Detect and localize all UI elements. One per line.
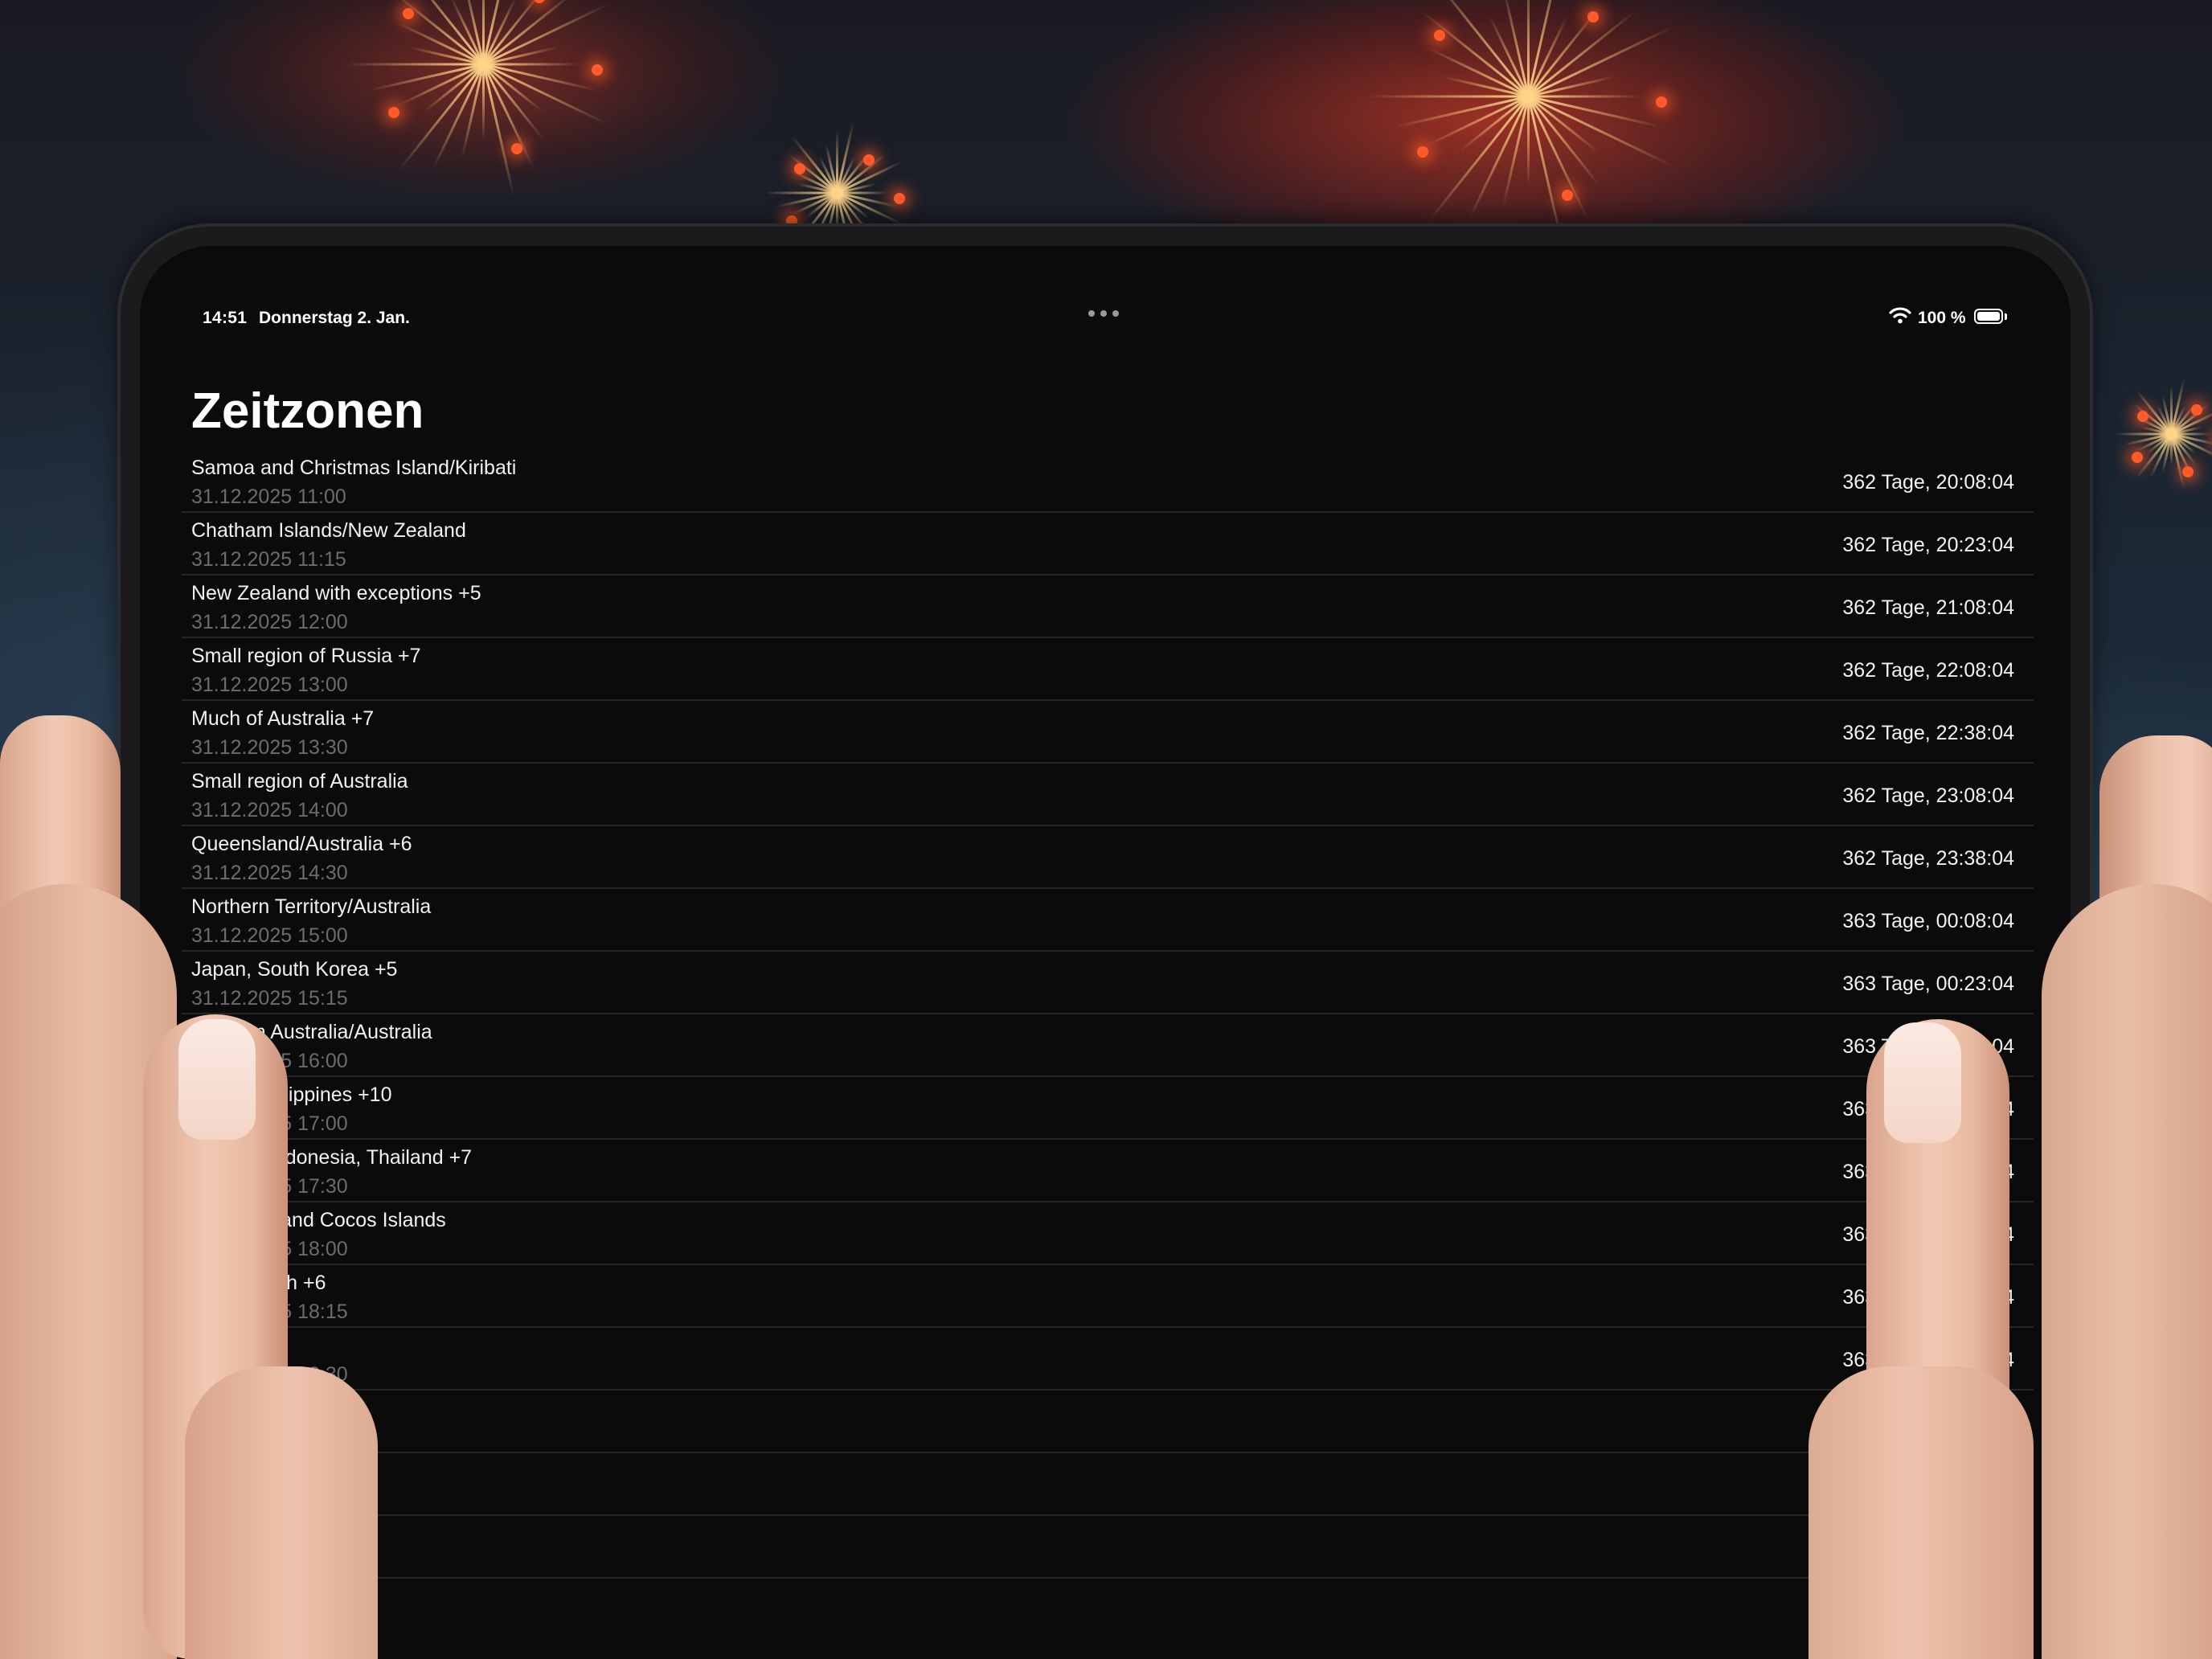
timezone-date: 31.12.2025 14:30 [191, 862, 348, 884]
timezone-date: 31.12.2025 15:00 [191, 924, 348, 947]
timezone-date: 31.12.2025 11:15 [191, 548, 346, 571]
timezone-countdown: 362 Tage, 22:08:04 [1842, 659, 2014, 682]
timezone-row[interactable]: Much of Australia +7 31.12.2025 13:30 362 … [182, 701, 2034, 764]
timezone-name: Japan, South Korea +5 [191, 958, 398, 981]
timezone-row[interactable]: Samoa and Christmas Island/Kiribati 31.12… [182, 450, 2034, 513]
timezone-row[interactable]: Bangladesh +631.12.2025 18:15363 Tage, 0… [182, 1265, 2034, 1328]
more-dots-icon[interactable] [1088, 310, 1119, 317]
timezone-row[interactable]: Western Australia/Australia31.12.2025 16… [182, 1014, 2034, 1077]
status-time: 14:51 [203, 309, 248, 327]
timezone-row[interactable]: New Zealand with exceptions +5 31.12.2025… [182, 576, 2034, 638]
timezone-name: Much of Australia +7 [191, 707, 375, 730]
timezone-name: Northern Territory/Australia [191, 895, 432, 918]
timezone-row[interactable]: Small region of Russia +7 31.12.2025 13:0… [182, 638, 2034, 701]
timezone-countdown: 362 Tage, 23:38:04 [1842, 847, 2014, 870]
timezone-countdown: 363 Tage, 00:08:04 [1842, 910, 2014, 932]
timezone-date: 31.12.2025 13:00 [191, 674, 348, 696]
battery-percent: 100 % [1918, 309, 1966, 327]
timezone-countdown: 362 Tage, 21:08:04 [1842, 596, 2014, 619]
timezone-row[interactable]: 31.12.2025 19:30363 Tage, 04:38:04 [182, 1453, 2034, 1516]
timezone-row[interactable]: Small region of Australia 31.12.2025 14:0… [182, 764, 2034, 826]
status-bar: 14:51 Donnerstag 2. Jan. 100 % [140, 246, 2071, 334]
timezone-row[interactable]: Much of Indonesia, Thailand +731.12.2025… [182, 1140, 2034, 1202]
timezone-row[interactable]: Northern Territory/Australia 31.12.2025 1… [182, 889, 2034, 952]
timezone-date: 31.12.2025 14:00 [191, 799, 348, 821]
page-title: Zeitzonen [191, 383, 424, 439]
timezone-row[interactable]: Myanmar and Cocos Islands31.12.2025 18:0… [182, 1202, 2034, 1265]
timezone-name: Queensland/Australia +6 [191, 833, 412, 855]
timezone-row[interactable]: Queensland/Australia +6 31.12.2025 14:30 3… [182, 826, 2034, 889]
timezone-name: Samoa and Christmas Island/Kiribati [191, 457, 517, 479]
timezone-countdown: 363 Tage, 00:23:04 [1842, 973, 2014, 995]
timezone-countdown: 362 Tage, 23:08:04 [1842, 784, 2014, 807]
timezone-date: 31.12.2025 12:00 [191, 611, 348, 633]
timezone-row[interactable]: China, Philippines +1031.12.2025 17:0036… [182, 1077, 2034, 1140]
tablet-device: 14:51 Donnerstag 2. Jan. 100 % Zeitzonen… [121, 227, 2090, 1659]
timezone-name: Small region of Australia [191, 770, 408, 793]
battery-full-icon [1974, 309, 2003, 324]
timezone-row[interactable]: Japan, South Korea +5 31.12.2025 15:15 363… [182, 952, 2034, 1014]
app-screen: 14:51 Donnerstag 2. Jan. 100 % Zeitzonen… [140, 246, 2071, 1659]
timezone-date: 31.12.2025 11:00 [191, 485, 346, 508]
timezone-countdown: 362 Tage, 20:23:04 [1842, 534, 2014, 556]
timezone-name: New Zealand with exceptions +5 [191, 582, 481, 604]
timezone-countdown: 362 Tage, 20:08:04 [1842, 471, 2014, 494]
wifi-icon [1889, 307, 1911, 324]
timezone-name: Small region of Russia +7 [191, 645, 421, 667]
timezone-name: Chatham Islands/New Zealand [191, 519, 466, 542]
timezone-date: 31.12.2025 13:30 [191, 736, 348, 759]
timezone-row[interactable]: Chatham Islands/New Zealand 31.12.2025 11… [182, 513, 2034, 576]
timezone-date: 31.12.2025 15:15 [191, 987, 348, 1010]
timezone-row[interactable]: 31.12.2025 18:30363 Tage, 03:38:04 [182, 1328, 2034, 1391]
timezone-row[interactable]: India and Sri Lanka31.12.2025 19:00363 T… [182, 1391, 2034, 1453]
timezone-list: Samoa and Christmas Island/Kiribati 31.12… [182, 450, 2034, 1579]
timezone-row[interactable]: 31.12.2025 20:00363 Tage, 05:08:04 [182, 1516, 2034, 1579]
status-date: Donnerstag 2. Jan. [259, 309, 410, 327]
timezone-countdown: 362 Tage, 22:38:04 [1842, 722, 2014, 744]
